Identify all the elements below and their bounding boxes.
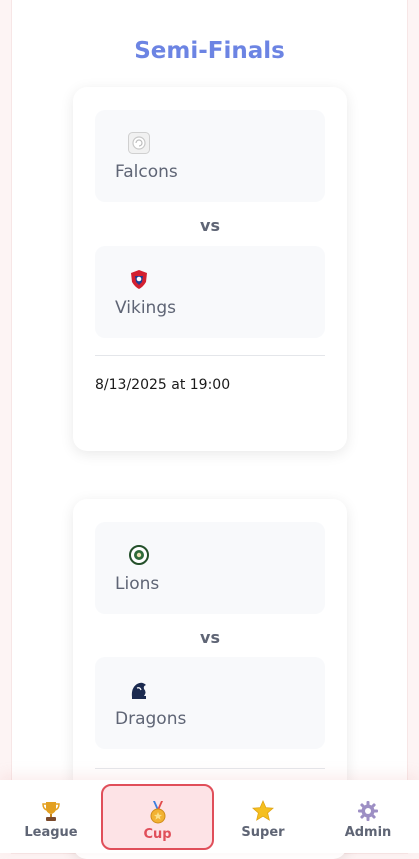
nav-item-cup[interactable]: Cup: [101, 784, 214, 850]
nav-item-super[interactable]: Super: [207, 784, 319, 850]
gear-icon: [357, 799, 379, 823]
falcons-logo-icon: [128, 132, 150, 154]
team-name: Falcons: [115, 162, 178, 182]
team-name: Dragons: [115, 709, 187, 729]
team-name: Lions: [115, 574, 160, 594]
nav-label: Cup: [143, 827, 172, 842]
nav-item-league[interactable]: League: [0, 784, 107, 850]
lions-logo-icon: [128, 544, 150, 566]
team-box-home[interactable]: Falcons: [95, 110, 325, 202]
nav-label: League: [24, 825, 78, 840]
divider: [95, 355, 325, 356]
nav-label: Admin: [344, 825, 392, 840]
match-card[interactable]: Falcons vs Vikings 8/13/2025 at 19:00: [73, 87, 347, 451]
team-box-away[interactable]: Vikings: [95, 246, 325, 338]
divider: [95, 768, 325, 769]
nav-item-admin[interactable]: Admin: [312, 784, 419, 850]
vs-label: vs: [200, 628, 220, 647]
trophy-icon: [41, 799, 61, 823]
nav-label: Super: [241, 825, 285, 840]
team-name: Vikings: [115, 298, 176, 318]
bottom-nav: League Cup Super Admin: [0, 780, 419, 853]
vs-label: vs: [200, 216, 220, 235]
match-datetime: 8/13/2025 at 19:00: [95, 377, 231, 393]
vikings-logo-icon: [128, 268, 150, 290]
medal-icon: [148, 801, 168, 825]
team-box-home[interactable]: Lions: [95, 522, 325, 614]
star-icon: [252, 799, 274, 823]
team-box-away[interactable]: Dragons: [95, 657, 325, 749]
page-title: Semi-Finals: [134, 38, 285, 64]
dragons-logo-icon: [128, 679, 150, 701]
